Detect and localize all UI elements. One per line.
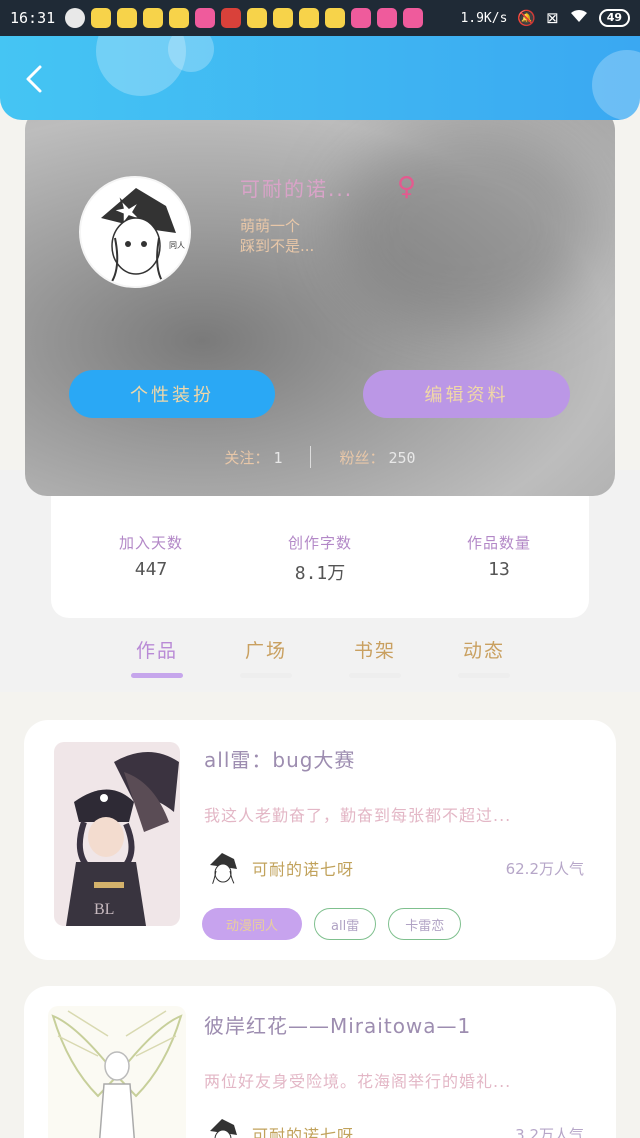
net-speed: 1.9K/s: [460, 10, 508, 26]
tab-square[interactable]: 广场: [231, 636, 301, 678]
popularity: 3.2万人气: [515, 1125, 584, 1138]
divider: [310, 446, 312, 468]
avatar[interactable]: 同人: [79, 176, 191, 288]
stat-value: 8.1万: [294, 563, 346, 584]
profile-header: [0, 36, 640, 120]
author-avatar[interactable]: [204, 1115, 242, 1138]
fans-count: 250: [388, 448, 416, 467]
tab-indicator: [458, 673, 510, 678]
tab-indicator: [349, 673, 401, 678]
following-link[interactable]: 关注： 1: [224, 447, 282, 468]
stat-label: 作品数量: [466, 534, 531, 552]
stat-join-days: 加入天数 447: [81, 532, 221, 580]
tab-label: 动态: [462, 640, 505, 662]
tab-activity[interactable]: 动态: [449, 636, 519, 678]
author-row: 可耐的诺七呀 3.2万人气: [204, 1114, 584, 1138]
chevron-left-icon[interactable]: [20, 64, 50, 94]
wechat-icon: [65, 8, 86, 28]
profile-card: 同人 可耐的诺... ♀ 萌萌一个 踩到不是... 个性装扮 编辑资料 关注： 1…: [25, 108, 615, 496]
following-label: 关注：: [224, 448, 270, 467]
app-notification-icon: [247, 8, 268, 28]
author-row: 可耐的诺七呀 62.2万人气: [204, 848, 584, 888]
tag[interactable]: 卡雷恋: [388, 908, 462, 940]
author-avatar[interactable]: [204, 849, 242, 887]
work-title[interactable]: 彼岸红花——Miraitowa—1: [204, 1010, 471, 1039]
app-notification-icon: [273, 8, 294, 28]
app-notification-icon: [377, 8, 398, 28]
app-notification-icon: [169, 8, 190, 28]
status-time: 16:31: [10, 9, 56, 27]
tag[interactable]: 动漫同人: [202, 908, 302, 940]
stat-word-count: 创作字数 8.1万: [250, 532, 390, 585]
svg-text:同人: 同人: [169, 241, 185, 250]
popularity: 62.2万人气: [505, 859, 584, 878]
work-cover-image[interactable]: BL: [54, 742, 180, 926]
stat-label: 创作字数: [287, 534, 352, 552]
author-name[interactable]: 可耐的诺七呀: [252, 1122, 354, 1138]
following-count: 1: [273, 448, 283, 467]
tab-bar: 作品 广场 书架 动态: [0, 632, 640, 682]
stat-label: 加入天数: [118, 534, 183, 552]
no-sim-icon: ⊠: [546, 9, 559, 27]
app-notification-icon: [195, 8, 216, 28]
edit-profile-button[interactable]: 编辑资料: [363, 370, 570, 418]
work-cover-image[interactable]: [48, 1006, 186, 1138]
work-title[interactable]: all雷：bug大赛: [204, 744, 355, 773]
mute-icon: 🔕: [517, 9, 537, 27]
work-description: 两位好友身受险境。花海阁举行的婚礼...: [204, 1072, 512, 1091]
work-card[interactable]: BL all雷：bug大赛 我这人老勤奋了，勤奋到每张都不超过... 可耐的诺七…: [24, 720, 616, 960]
dress-up-button[interactable]: 个性装扮: [69, 370, 275, 418]
username: 可耐的诺...: [240, 177, 354, 201]
stat-value: 447: [134, 559, 168, 580]
tab-label: 广场: [244, 640, 287, 662]
tab-bookshelf[interactable]: 书架: [340, 636, 410, 678]
fans-link[interactable]: 粉丝： 250: [339, 447, 415, 468]
app-notification-icon: [143, 8, 164, 28]
bio-text: 萌萌一个 踩到不是...: [240, 217, 315, 255]
svg-text:BL: BL: [94, 901, 114, 918]
female-icon: ♀: [397, 172, 417, 202]
follow-stats: 关注： 1 粉丝： 250: [25, 446, 615, 468]
tab-label: 书架: [353, 640, 396, 662]
stat-value: 13: [488, 559, 510, 580]
wifi-icon: [569, 8, 589, 28]
app-notification-icon: [351, 8, 372, 28]
tab-indicator: [131, 673, 183, 678]
tag-list: 动漫同人 all雷 卡雷恋: [202, 908, 462, 940]
decor-bubble: [592, 50, 640, 120]
battery-indicator: 49: [598, 9, 630, 27]
status-bar: 16:31 1.9K/s 🔕 ⊠ 49: [0, 0, 640, 36]
app-notification-icon: [325, 8, 346, 28]
tab-label: 作品: [135, 640, 178, 662]
app-notification-icon: [221, 8, 242, 28]
tab-indicator: [240, 673, 292, 678]
work-description: 我这人老勤奋了，勤奋到每张都不超过...: [204, 806, 512, 825]
tag[interactable]: all雷: [314, 908, 377, 940]
fans-label: 粉丝：: [339, 448, 385, 467]
app-notification-icon: [91, 8, 112, 28]
app-notification-icon: [117, 8, 138, 28]
app-notification-icon: [299, 8, 320, 28]
tab-works[interactable]: 作品: [122, 636, 192, 678]
author-name[interactable]: 可耐的诺七呀: [252, 856, 354, 880]
app-notification-icon: [403, 8, 424, 28]
work-card[interactable]: 彼岸红花——Miraitowa—1 两位好友身受险境。花海阁举行的婚礼... 可…: [24, 986, 616, 1138]
stat-work-count: 作品数量 13: [429, 532, 569, 580]
notification-icons: [65, 8, 424, 28]
